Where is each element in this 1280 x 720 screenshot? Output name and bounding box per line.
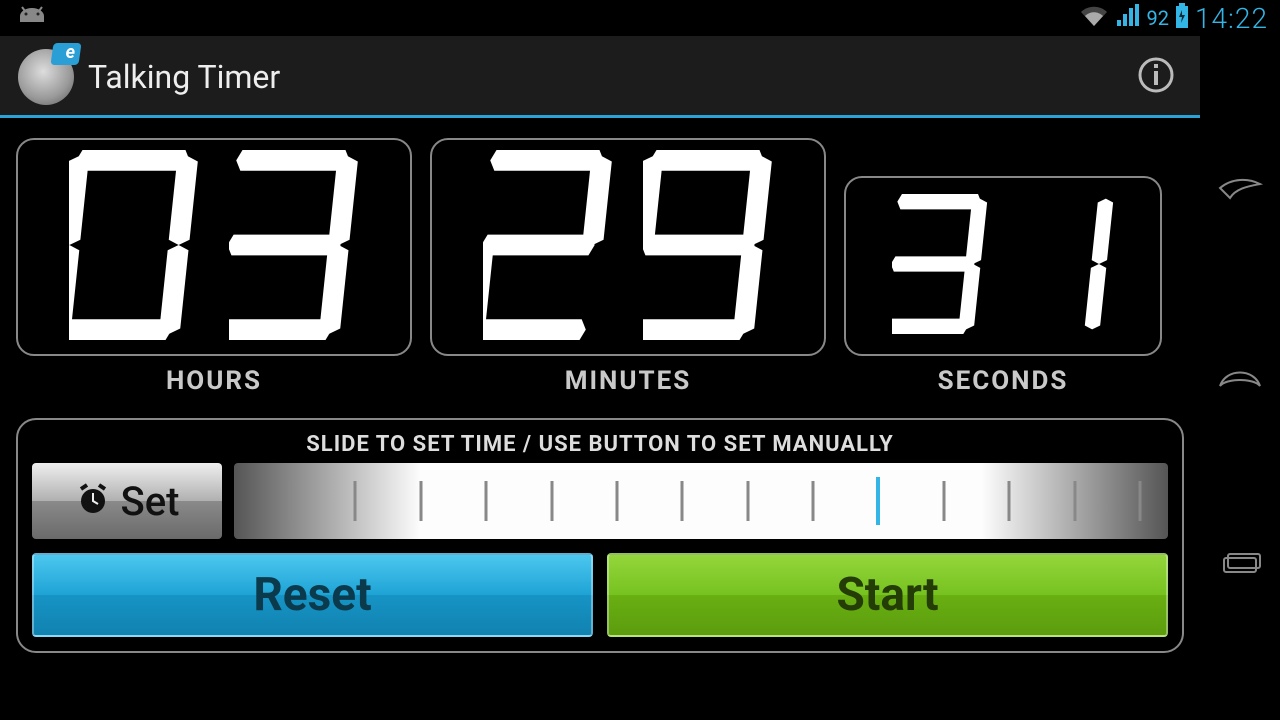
android-debug-icon <box>12 4 52 32</box>
seconds-box[interactable] <box>844 176 1162 356</box>
app-title: Talking Timer <box>88 58 280 96</box>
start-button-label: Start <box>836 568 938 622</box>
back-softkey[interactable] <box>1216 174 1264 206</box>
hours-label: HOURS <box>16 366 412 396</box>
hours-box[interactable] <box>16 138 412 356</box>
status-clock: 14:22 <box>1195 2 1268 35</box>
seconds-label: SECONDS <box>844 366 1162 396</box>
wifi-icon <box>1079 4 1109 32</box>
slider-instruction: SLIDE TO SET TIME / USE BUTTON TO SET MA… <box>32 432 1168 457</box>
minutes-box[interactable] <box>430 138 826 356</box>
alarm-icon <box>75 481 111 521</box>
home-softkey[interactable] <box>1216 362 1264 394</box>
info-icon[interactable] <box>1134 53 1178 101</box>
nav-bar <box>1200 36 1280 720</box>
status-bar: 92 14:22 <box>0 0 1280 36</box>
signal-icon <box>1115 4 1141 32</box>
set-button-label: Set <box>121 478 180 525</box>
app-icon <box>18 49 74 105</box>
battery-icon <box>1175 3 1189 33</box>
app-bar: Talking Timer <box>0 36 1280 118</box>
reset-button[interactable]: Reset <box>32 553 593 637</box>
set-button[interactable]: Set <box>32 463 222 539</box>
controls-panel: SLIDE TO SET TIME / USE BUTTON TO SET MA… <box>16 418 1184 653</box>
start-button[interactable]: Start <box>607 553 1168 637</box>
time-slider[interactable] <box>234 463 1168 539</box>
battery-percent: 92 <box>1147 6 1169 30</box>
recent-softkey[interactable] <box>1216 550 1264 582</box>
reset-button-label: Reset <box>253 568 371 622</box>
timer-display: HOURS MINUTES SECONDS <box>16 138 1184 396</box>
minutes-label: MINUTES <box>430 366 826 396</box>
